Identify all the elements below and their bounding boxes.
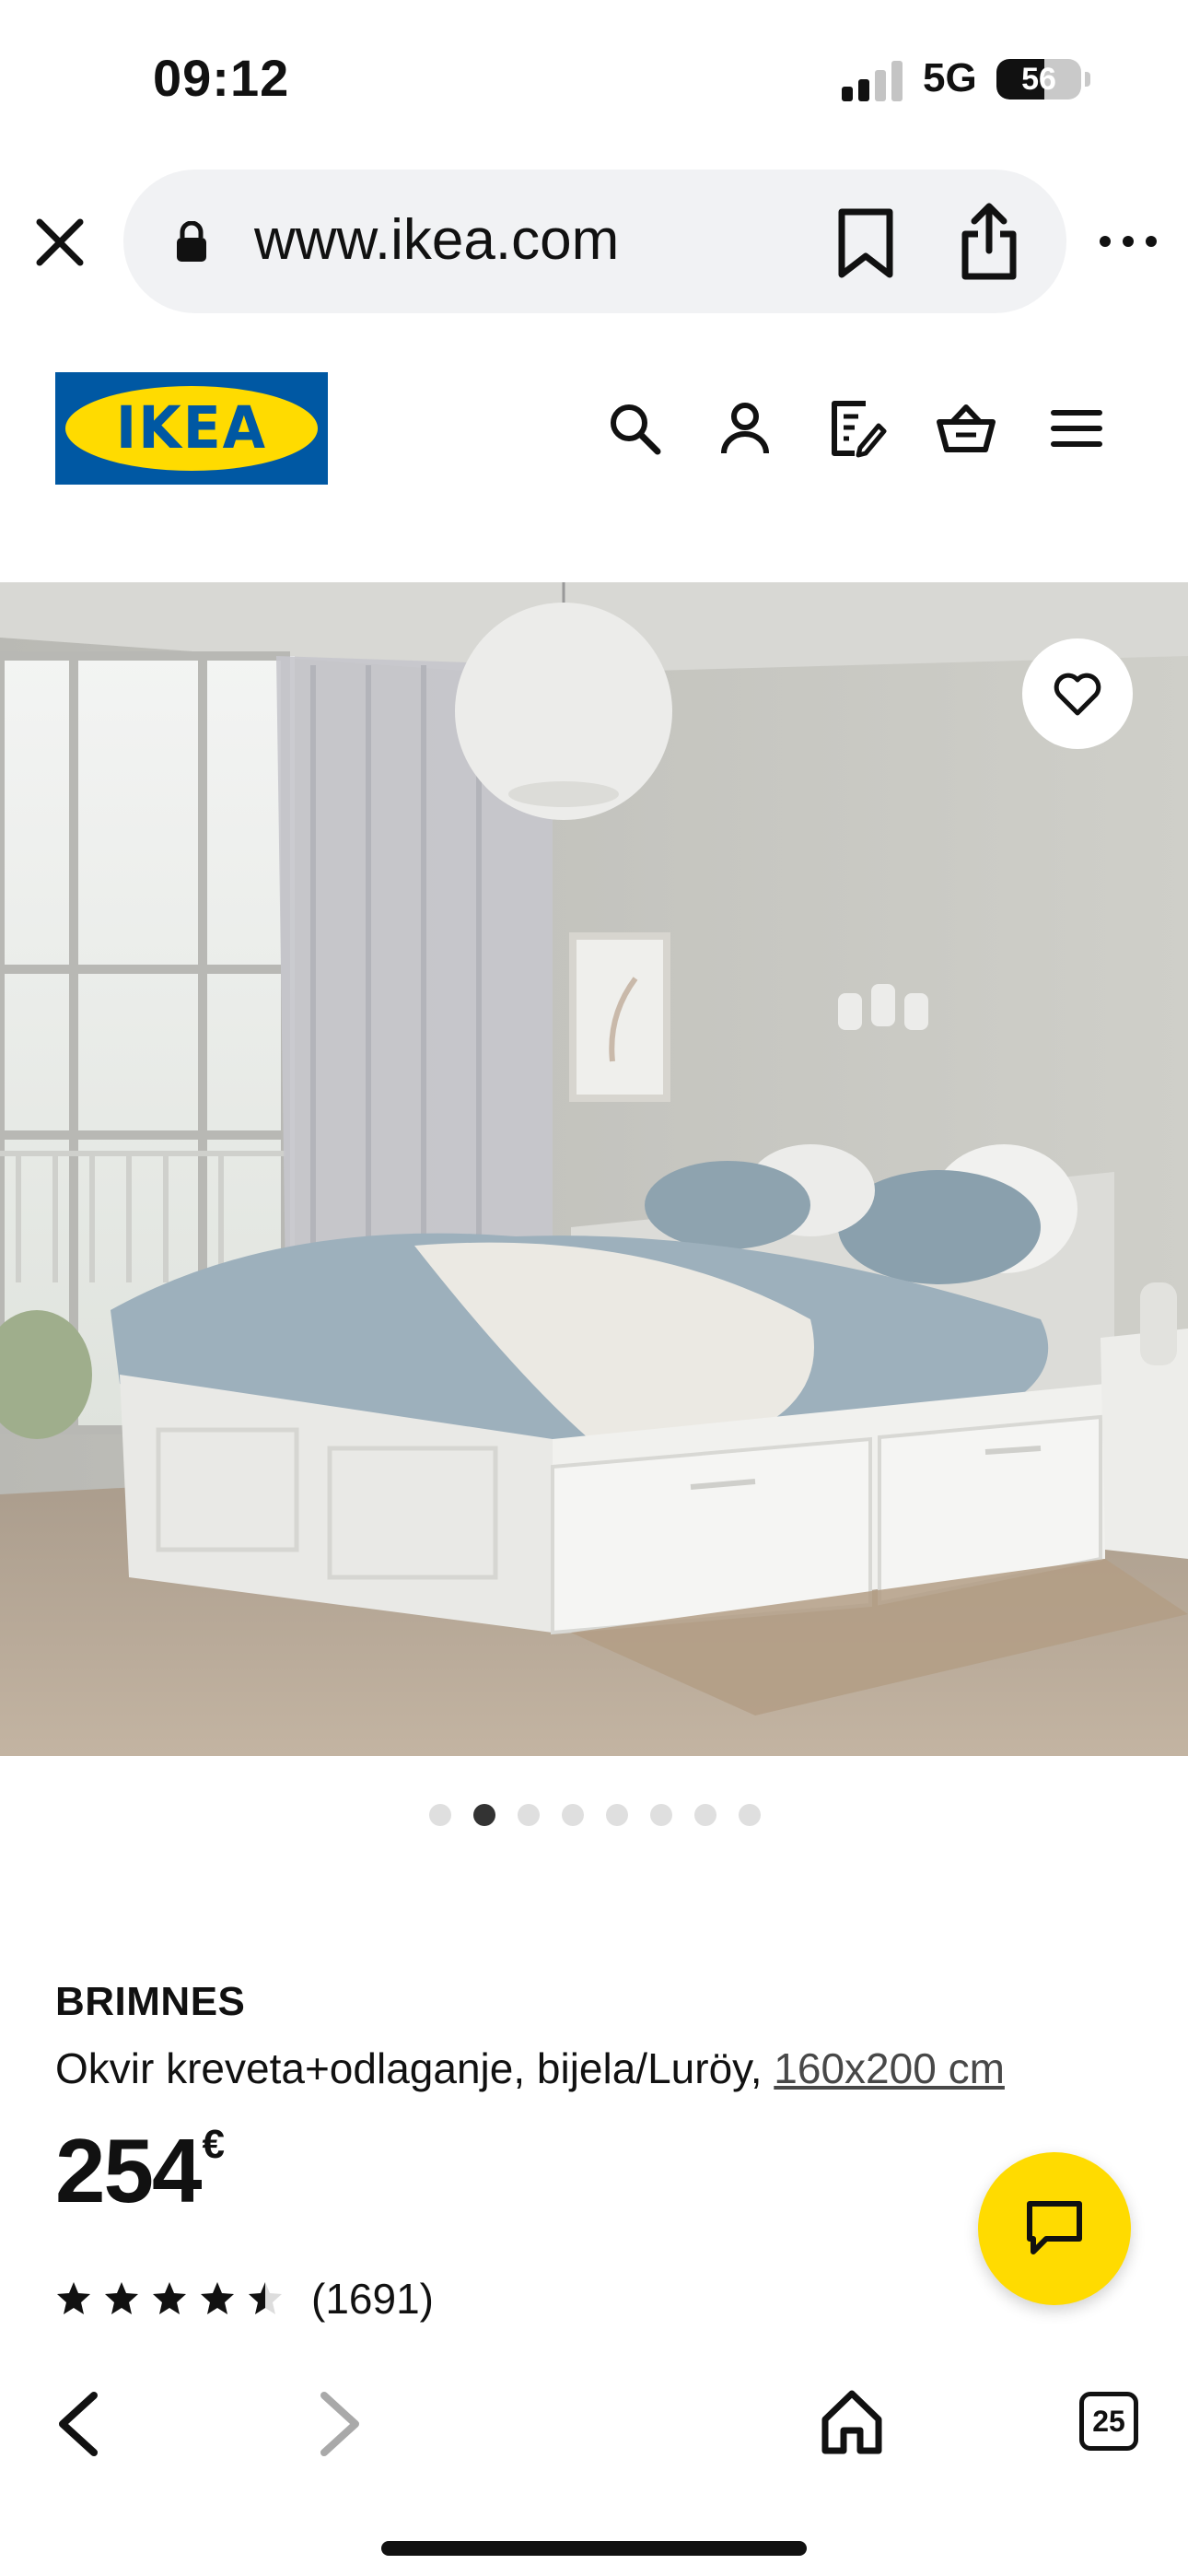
star-icon <box>249 2282 282 2314</box>
logo-text: IKEA <box>115 394 268 463</box>
carousel-dot[interactable] <box>473 1804 495 1826</box>
url-text[interactable]: www.ikea.com <box>254 207 619 273</box>
bookmark-icon[interactable] <box>836 208 895 278</box>
battery-percent: 56 <box>1021 62 1056 97</box>
heart-icon <box>1054 673 1101 716</box>
close-button[interactable] <box>28 210 92 275</box>
lock-icon <box>177 221 206 262</box>
tabs-button[interactable]: 25 <box>1079 2392 1138 2451</box>
network-type: 5G <box>923 55 977 100</box>
review-count[interactable]: (1691) <box>311 2274 434 2324</box>
product-name[interactable]: BRIMNES <box>55 1979 245 2025</box>
star-icon <box>105 2282 138 2314</box>
home-indicator[interactable] <box>381 2541 807 2556</box>
shopping-list-icon[interactable] <box>827 398 888 459</box>
star-icon <box>153 2282 186 2314</box>
product-description: Okvir kreveta+odlaganje, bijela/Luröy, 1… <box>55 2043 1005 2093</box>
tab-count: 25 <box>1092 2404 1125 2438</box>
battery-icon: 56 <box>996 59 1081 100</box>
star-icon <box>57 2282 90 2314</box>
cellular-signal-icon <box>842 61 903 101</box>
carousel-indicator[interactable] <box>0 1804 1188 1832</box>
price-value: 254 <box>55 2120 203 2221</box>
status-bar: 09:12 5G 56 <box>0 0 1188 157</box>
menu-icon[interactable] <box>1046 398 1107 459</box>
carousel-dot[interactable] <box>518 1804 540 1826</box>
chat-icon <box>1027 2201 1082 2254</box>
carousel-dot[interactable] <box>694 1804 716 1826</box>
star-icon <box>201 2282 234 2314</box>
product-price: 254€ <box>55 2119 225 2223</box>
chat-button[interactable] <box>978 2152 1131 2305</box>
price-currency: € <box>202 2122 225 2167</box>
rating-stars <box>55 2280 284 2317</box>
more-icon[interactable] <box>1096 225 1160 258</box>
home-icon[interactable] <box>820 2388 884 2454</box>
share-icon[interactable] <box>958 201 1020 282</box>
basket-icon[interactable] <box>936 398 996 459</box>
product-image[interactable] <box>0 582 1188 1756</box>
search-icon[interactable] <box>604 398 665 459</box>
forward-icon[interactable] <box>306 2390 370 2458</box>
carousel-dot[interactable] <box>606 1804 628 1826</box>
carousel-dot[interactable] <box>562 1804 584 1826</box>
browser-toolbar <box>0 2353 1188 2491</box>
product-rating[interactable]: (1691) <box>55 2274 434 2324</box>
carousel-dot[interactable] <box>739 1804 761 1826</box>
ikea-logo[interactable]: IKEA <box>55 372 328 485</box>
status-time: 09:12 <box>153 49 290 107</box>
carousel-dot[interactable] <box>429 1804 451 1826</box>
carousel-dot[interactable] <box>650 1804 672 1826</box>
product-size-link[interactable]: 160x200 cm <box>774 2044 1005 2092</box>
battery-cap <box>1085 72 1090 87</box>
product-description-text: Okvir kreveta+odlaganje, bijela/Luröy, <box>55 2044 763 2092</box>
logo-oval: IKEA <box>65 386 318 471</box>
account-icon[interactable] <box>715 398 775 459</box>
back-icon[interactable] <box>48 2390 112 2458</box>
close-icon <box>36 218 84 266</box>
favourite-button[interactable] <box>1022 638 1133 749</box>
